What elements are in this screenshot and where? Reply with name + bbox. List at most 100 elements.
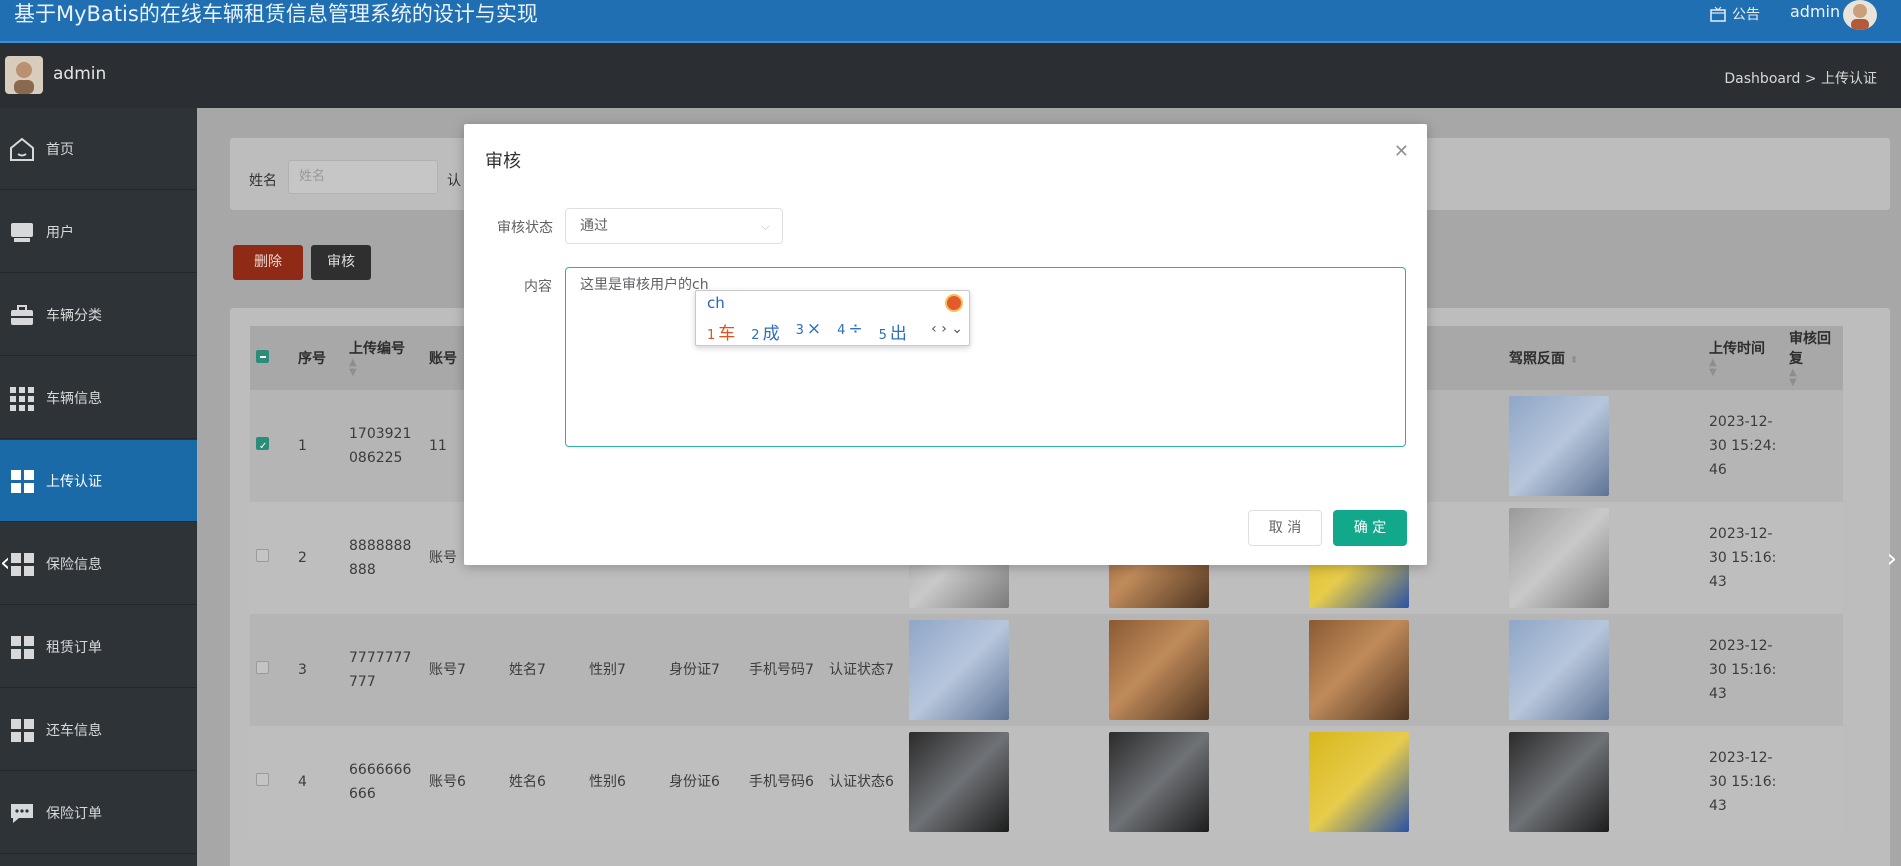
license-back-image[interactable] (1509, 396, 1609, 496)
cell-name: 姓名6 (503, 726, 583, 838)
sort-icon: ▲ ▼ (1709, 357, 1717, 378)
sidebar-item-vehicle-info[interactable]: 车辆信息 (0, 357, 197, 439)
cell-upload-time: 2023-12-30 15:16:43 (1703, 502, 1783, 614)
sidebar-item-label: 保险订单 (46, 805, 102, 822)
sort-icon: ⬍ (1569, 355, 1579, 366)
sidebar-item-insurance-order[interactable]: 保险订单 (0, 772, 197, 854)
col-audit-reply-label: 审核回复 (1789, 331, 1831, 367)
cancel-button[interactable]: 取 消 (1248, 510, 1322, 546)
sidebar-item-user[interactable]: 用户 (0, 191, 197, 273)
carousel-next-icon[interactable]: › (1887, 544, 1897, 574)
cell-upload-no: 6666666666 (343, 726, 423, 838)
breadcrumb: Dashboard > 上传认证 (1724, 71, 1877, 87)
grid-icon (11, 552, 34, 576)
ime-pinyin: ch (707, 294, 725, 312)
col-license-back[interactable]: 驾照反面 ⬍ (1503, 326, 1703, 390)
col-upload-no[interactable]: 上传编号 ▲ ▼ (343, 326, 423, 390)
sidebar-item-upload-auth[interactable]: 上传认证 (0, 440, 197, 522)
cell-upload-no: 8888888888 (343, 502, 423, 614)
sidebar-username: admin (53, 64, 107, 84)
sidebar-item-label: 用户 (46, 224, 74, 241)
ime-candidate[interactable]: 3 × (796, 319, 822, 344)
user-bar: admin Dashboard > 上传认证 (0, 44, 1901, 106)
cell-upload-time: 2023-12-30 15:24:46 (1703, 390, 1783, 502)
ime-page-nav-icon[interactable]: ‹ › ⌄ (931, 321, 963, 337)
license-front-image[interactable] (1309, 620, 1409, 720)
ime-candidate-popup[interactable]: ch 1车 2成 3 × 4 ÷ 5出 ‹ › ⌄ (695, 290, 970, 346)
content-textarea[interactable]: 这里是审核用户的ch (565, 267, 1406, 447)
cell-upload-no: 1703921086225 (343, 390, 423, 502)
cell-upload-time: 2023-12-30 15:16:43 (1703, 614, 1783, 726)
ime-candidate[interactable]: 1车 (707, 319, 735, 344)
header-avatar[interactable] (1843, 0, 1877, 30)
grid-icon (11, 635, 34, 659)
notice-icon (1710, 6, 1726, 22)
search-name-input[interactable]: 姓名 (288, 160, 438, 194)
sidebar-item-label: 租赁订单 (46, 639, 102, 656)
cell-index: 2 (292, 502, 343, 614)
cell-index: 4 (292, 726, 343, 838)
license-back-image[interactable] (1509, 732, 1609, 832)
license-back-image[interactable] (1509, 508, 1609, 608)
cell-upload-time: 2023-12-30 15:16:43 (1703, 726, 1783, 838)
row-checkbox[interactable] (256, 549, 269, 562)
ime-logo-icon[interactable] (945, 294, 963, 312)
table-row[interactable]: 3 7777777777 账号7 姓名7 性别7 身份证7 手机号码7 认证状态… (250, 614, 1843, 726)
id-front-image[interactable] (909, 620, 1009, 720)
license-back-image[interactable] (1509, 620, 1609, 720)
sidebar-item-rental-order[interactable]: 租赁订单 (0, 606, 197, 688)
avatar-icon (14, 62, 34, 94)
col-upload-time[interactable]: 上传时间 ▲ ▼ (1703, 326, 1783, 390)
carousel-prev-icon[interactable]: ‹ (0, 548, 10, 578)
audit-button[interactable]: 审核 (311, 245, 371, 280)
id-back-image[interactable] (1109, 620, 1209, 720)
cell-account: 账号7 (423, 614, 503, 726)
sort-icon: ▲ ▼ (349, 357, 357, 378)
confirm-button[interactable]: 确 定 (1333, 510, 1407, 546)
col-upload-time-label: 上传时间 (1709, 341, 1765, 357)
ime-candidate[interactable]: 4 ÷ (837, 319, 863, 344)
select-all-checkbox[interactable] (256, 349, 269, 363)
cell-status: 认证状态6 (823, 726, 903, 838)
row-checkbox[interactable] (256, 661, 269, 674)
license-front-image[interactable] (1309, 732, 1409, 832)
sidebar-item-label: 车辆分类 (46, 307, 102, 324)
sidebar-item-vehicle-category[interactable]: 车辆分类 (0, 274, 197, 356)
avatar-icon (1851, 4, 1869, 30)
chat-icon (11, 803, 33, 823)
col-license-back-label: 驾照反面 (1509, 351, 1565, 367)
row-checkbox[interactable] (256, 435, 269, 459)
cell-upload-no: 7777777777 (343, 614, 423, 726)
notice-button[interactable]: 公告 (1709, 4, 1760, 24)
sidebar-item-label: 保险信息 (46, 556, 102, 573)
dialog-title: 审核 (485, 151, 521, 172)
cell-index: 1 (292, 390, 343, 502)
cell-account: 账号6 (423, 726, 503, 838)
row-checkbox[interactable] (256, 773, 269, 786)
ime-candidate[interactable]: 5出 (879, 319, 907, 344)
sidebar-item-label: 车辆信息 (46, 390, 102, 407)
close-icon[interactable]: ✕ (1394, 141, 1409, 162)
delete-button[interactable]: 删除 (233, 245, 303, 280)
search-name-label: 姓名 (249, 173, 277, 189)
cell-phone: 手机号码7 (743, 614, 823, 726)
app-title: 基于MyBatis的在线车辆租赁信息管理系统的设计与实现 (14, 2, 538, 26)
sidebar-item-insurance-info[interactable]: 保险信息 (0, 523, 197, 605)
col-audit-reply[interactable]: 审核回复 ▲ ▼ (1783, 326, 1843, 390)
ime-candidate[interactable]: 2成 (751, 319, 779, 344)
table-row[interactable]: 4 6666666666 账号6 姓名6 性别6 身份证6 手机号码6 认证状态… (250, 726, 1843, 838)
notice-label: 公告 (1732, 7, 1760, 23)
sort-icon: ▲ ▼ (1789, 367, 1797, 388)
col-upload-no-label: 上传编号 (349, 341, 405, 357)
grid-icon (11, 469, 34, 493)
cell-index: 3 (292, 614, 343, 726)
sidebar-item-label: 首页 (46, 141, 74, 158)
id-front-image[interactable] (909, 732, 1009, 832)
id-back-image[interactable] (1109, 732, 1209, 832)
sidebar-item-return-info[interactable]: 还车信息 (0, 689, 197, 771)
grid-icon (10, 386, 34, 411)
sidebar-item-home[interactable]: 首页 (0, 108, 197, 190)
audit-status-select[interactable]: 通过 ⌵ (565, 208, 783, 244)
home-icon (10, 137, 34, 161)
header-user-name[interactable]: admin (1790, 2, 1840, 21)
